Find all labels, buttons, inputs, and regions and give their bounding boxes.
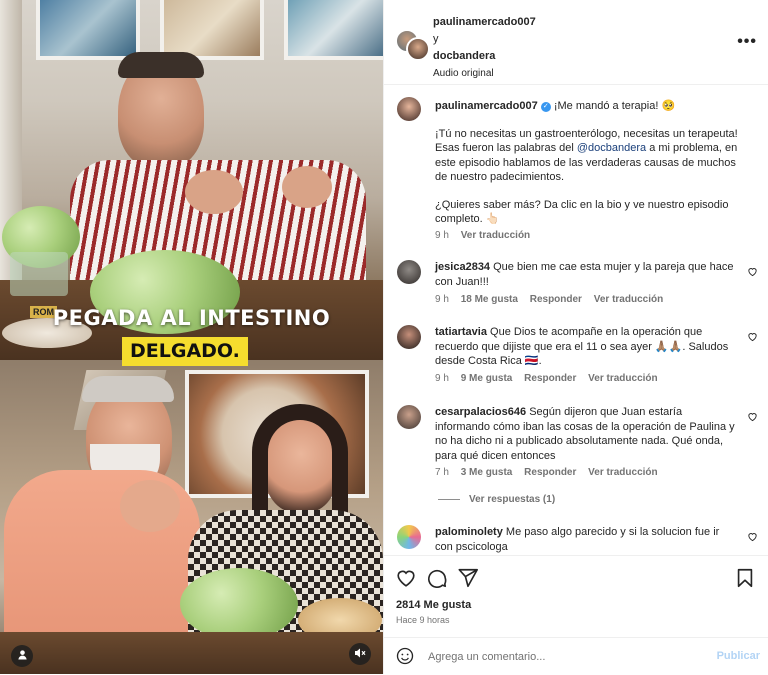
- comment-like-button[interactable]: [747, 331, 758, 342]
- coauthor-username[interactable]: docbandera: [433, 48, 536, 65]
- caption-meta: 9 h Ver traducción: [435, 230, 539, 241]
- share-button[interactable]: [457, 567, 479, 589]
- see-translation-link[interactable]: Ver traducción: [594, 294, 663, 305]
- comments-thread[interactable]: paulinamercado007 ✓ ¡Me mandó a terapia!…: [384, 85, 768, 553]
- comment-like-button[interactable]: [747, 266, 758, 277]
- reply-link[interactable]: Responder: [524, 467, 576, 478]
- comment-likes[interactable]: 18 Me gusta: [461, 294, 518, 305]
- emoji-icon: [396, 647, 414, 668]
- emoji-button[interactable]: [396, 647, 414, 665]
- video-player[interactable]: ROM PEGADA AL INTESTINO DELGADO.: [0, 0, 383, 674]
- header-names: paulinamercado007 y docbandera Audio ori…: [433, 14, 536, 82]
- table: [0, 632, 383, 674]
- reply-link[interactable]: Responder: [530, 294, 582, 305]
- divider: [438, 498, 460, 500]
- comment-composer: Publicar: [384, 637, 768, 675]
- action-bar: 2814 Me gusta Hace 9 horas: [384, 555, 768, 626]
- hand: [185, 170, 243, 214]
- comment-text: palominolety Me paso algo parecido y si …: [435, 525, 735, 553]
- see-translation-link[interactable]: Ver traducción: [588, 467, 657, 478]
- post-time: Hace 9 horas: [396, 615, 450, 625]
- comment-username[interactable]: jesica2834: [435, 261, 490, 273]
- comment-text: tatiartavia Que Dios te acompañe en la o…: [435, 325, 735, 369]
- comment-meta: 9 h 18 Me gusta Responder Ver traducción: [435, 294, 672, 305]
- like-button[interactable]: [395, 567, 417, 589]
- flowers: [180, 568, 298, 640]
- post-panel: paulinamercado007 y docbandera Audio ori…: [383, 0, 768, 674]
- wall-painting: [284, 0, 383, 60]
- collab-avatars[interactable]: [396, 30, 430, 61]
- heart-icon: [747, 333, 758, 345]
- avatar[interactable]: [397, 325, 421, 349]
- man-hair: [118, 52, 204, 78]
- heart-icon: [747, 268, 758, 280]
- comment-like-button[interactable]: [747, 531, 758, 542]
- reply-link[interactable]: Responder: [524, 373, 576, 384]
- clasped-hands: [120, 480, 180, 532]
- comment-text: cesarpalacios646 Según dijeron que Juan …: [435, 405, 735, 463]
- comment-input[interactable]: [426, 647, 690, 667]
- comment-meta: 7 h 3 Me gusta Responder Ver traducción: [435, 467, 667, 478]
- mute-button[interactable]: [349, 643, 371, 665]
- post-viewer: ROM PEGADA AL INTESTINO DELGADO. paulina…: [0, 0, 768, 674]
- comment-like-button[interactable]: [747, 411, 758, 422]
- view-replies-button[interactable]: Ver respuestas (1): [438, 494, 564, 505]
- comment-time: 7 h: [435, 467, 449, 478]
- avatar[interactable]: [397, 525, 421, 549]
- comment-time: 9 h: [435, 294, 449, 305]
- comment-text: jesica2834 Que bien me cae esta mujer y …: [435, 260, 735, 289]
- author-joiner: y: [433, 33, 439, 45]
- hand: [282, 166, 332, 208]
- caption-text: paulinamercado007 ✓ ¡Me mandó a terapia!…: [435, 99, 745, 227]
- comment-username[interactable]: cesarpalacios646: [435, 406, 526, 418]
- mention-link[interactable]: @docbandera: [577, 142, 646, 154]
- audio-label[interactable]: Audio original: [433, 65, 536, 82]
- see-translation-link[interactable]: Ver traducción: [588, 373, 657, 384]
- comment-username[interactable]: palominolety: [435, 526, 503, 538]
- verified-badge-icon: ✓: [540, 102, 551, 112]
- more-horizontal-icon: •••: [737, 33, 757, 50]
- post-comment-button[interactable]: Publicar: [717, 650, 760, 662]
- avatar[interactable]: [406, 37, 430, 61]
- comment-icon: [426, 569, 448, 592]
- caption-cta: ¿Quieres saber más? Da clic en la bio y …: [435, 198, 729, 226]
- speaker-muted-icon: [354, 647, 366, 662]
- comment-time: 9 h: [435, 373, 449, 384]
- save-button[interactable]: [734, 567, 756, 589]
- video-scene-bottom: [0, 360, 383, 674]
- avatar[interactable]: [397, 97, 421, 121]
- likes-count[interactable]: 2814 Me gusta: [396, 599, 471, 611]
- avatar[interactable]: [397, 260, 421, 284]
- author-username[interactable]: paulinamercado007: [433, 14, 536, 31]
- comment-button[interactable]: [426, 567, 448, 589]
- video-caption-line1: PEGADA AL INTESTINO: [52, 306, 331, 330]
- vase: [10, 252, 68, 296]
- tagged-users-button[interactable]: [11, 645, 33, 667]
- comment-likes[interactable]: 3 Me gusta: [461, 467, 513, 478]
- send-icon: [457, 568, 479, 592]
- wall-painting: [36, 0, 140, 60]
- caption-headline: ¡Me mandó a terapia! 🥺: [553, 100, 676, 112]
- heart-icon: [747, 533, 758, 545]
- caption-username[interactable]: paulinamercado007: [435, 100, 538, 112]
- more-options-button[interactable]: •••: [737, 33, 757, 51]
- wall-painting: [160, 0, 264, 60]
- see-translation-link[interactable]: Ver traducción: [461, 230, 530, 241]
- comment-username[interactable]: tatiartavia: [435, 326, 487, 338]
- person-icon: [17, 649, 28, 663]
- avatar[interactable]: [397, 405, 421, 429]
- caption-time: 9 h: [435, 230, 449, 241]
- heart-icon: [395, 570, 417, 592]
- video-caption-line2: DELGADO.: [122, 337, 248, 366]
- heart-icon: [747, 413, 758, 425]
- post-header: paulinamercado007 y docbandera Audio ori…: [384, 0, 768, 85]
- comment-likes[interactable]: 9 Me gusta: [461, 373, 513, 384]
- bookmark-icon: [734, 568, 756, 592]
- comment-meta: 9 h 9 Me gusta Responder Ver traducción: [435, 373, 667, 384]
- view-replies-label[interactable]: Ver respuestas (1): [469, 494, 555, 505]
- grey-hair: [82, 376, 174, 402]
